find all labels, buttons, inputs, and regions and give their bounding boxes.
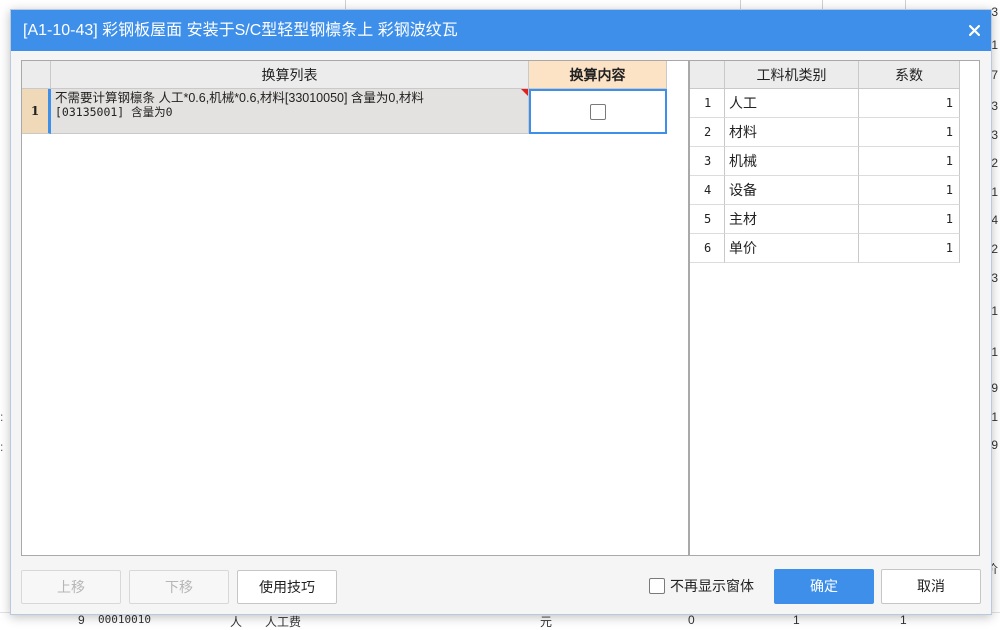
table-header: 换算列表 换算内容 — [22, 61, 688, 89]
table-header: 工料机类别 系数 — [690, 61, 960, 89]
bg-cell-value: 1 — [991, 38, 998, 52]
row-coefficient[interactable]: 1 — [859, 147, 960, 176]
row-coefficient[interactable]: 1 — [859, 89, 960, 118]
row-coefficient[interactable]: 1 — [859, 234, 960, 263]
row-number: 1 — [22, 89, 51, 134]
bg-cell-value: 3 — [991, 271, 998, 285]
bg-cell-value: 2 — [991, 242, 998, 256]
bg-side-mark: : — [0, 410, 4, 424]
row-text-line: 不需要计算钢檩条 人工*0.6,机械*0.6,材料[33010050] 含量为0… — [55, 91, 424, 105]
row-coefficient[interactable]: 1 — [859, 205, 960, 234]
bg-cell-value: 3 — [991, 5, 998, 19]
bg-cell-value: 3 — [991, 99, 998, 113]
header-category: 工料机类别 — [725, 61, 859, 89]
row-category: 人工 — [725, 89, 859, 118]
dialog-titlebar[interactable]: [A1-10-43] 彩钢板屋面 安装于S/C型轻型钢檩条上 彩钢波纹瓦 — [11, 10, 991, 51]
row-coefficient[interactable]: 1 — [859, 176, 960, 205]
bg-side-mark: : — [0, 440, 4, 454]
header-conversion-list: 换算列表 — [51, 61, 529, 89]
bg-cell-value: 4 — [991, 213, 998, 227]
bg-cell-value: 1 — [991, 410, 998, 424]
table-row[interactable]: 6 单价 1 — [690, 234, 960, 263]
bg-cell-value: 3 — [991, 128, 998, 142]
table-row[interactable]: 2 材料 1 — [690, 118, 960, 147]
row-number: 1 — [690, 89, 725, 118]
row-category: 材料 — [725, 118, 859, 147]
header-corner — [690, 61, 725, 89]
bg-row-kind: 人 — [230, 615, 243, 629]
move-down-button[interactable]: 下移 — [129, 570, 229, 604]
conversion-dialog: [A1-10-43] 彩钢板屋面 安装于S/C型轻型钢檩条上 彩钢波纹瓦 换算列… — [10, 9, 992, 615]
checkbox-box[interactable] — [649, 578, 665, 594]
row-category: 机械 — [725, 147, 859, 176]
table-row[interactable]: 3 机械 1 — [690, 147, 960, 176]
table-row[interactable]: 5 主材 1 — [690, 205, 960, 234]
close-button[interactable] — [963, 19, 985, 41]
conversion-content-cell[interactable] — [529, 89, 667, 134]
dialog-title: [A1-10-43] 彩钢板屋面 安装于S/C型轻型钢檩条上 彩钢波纹瓦 — [23, 22, 458, 39]
dont-show-again-checkbox[interactable]: 不再显示窗体 — [649, 576, 754, 596]
conversion-list-table: 换算列表 换算内容 1 不需要计算钢檩条 人工*0.6,机械*0.6,材料[33… — [21, 60, 689, 556]
checkbox-label: 不再显示窗体 — [670, 578, 754, 594]
row-number: 6 — [690, 234, 725, 263]
table-row[interactable]: 1 不需要计算钢檩条 人工*0.6,机械*0.6,材料[33010050] 含量… — [22, 89, 667, 134]
row-category: 单价 — [725, 234, 859, 263]
row-text-line: [03135001] 含量为0 — [55, 105, 173, 119]
bg-row-unit: 元 — [540, 615, 553, 629]
bg-cell-value: 1 — [991, 345, 998, 359]
row-category: 主材 — [725, 205, 859, 234]
header-corner — [22, 61, 51, 89]
header-coefficient: 系数 — [859, 61, 960, 89]
comment-flag-icon — [521, 89, 528, 96]
row-number: 5 — [690, 205, 725, 234]
row-number: 2 — [690, 118, 725, 147]
close-icon — [968, 24, 980, 36]
row-number: 4 — [690, 176, 725, 205]
row-coefficient[interactable]: 1 — [859, 118, 960, 147]
bg-cell-value: 9 — [991, 438, 998, 452]
conversion-checkbox[interactable] — [590, 103, 606, 120]
usage-tips-button[interactable]: 使用技巧 — [237, 570, 337, 604]
header-conversion-content: 换算内容 — [529, 61, 667, 89]
cancel-button[interactable]: 取消 — [881, 569, 981, 604]
ok-button[interactable]: 确定 — [774, 569, 874, 604]
coefficient-table: 工料机类别 系数 1 人工 1 2 材料 1 3 机械 1 4 设备 1 5 主… — [689, 60, 980, 556]
row-number: 3 — [690, 147, 725, 176]
bg-row-name: 人工费 — [265, 615, 302, 629]
bg-cell-value: 1 — [991, 304, 998, 318]
bg-cell-value: 9 — [991, 381, 998, 395]
row-conversion-text: 不需要计算钢檩条 人工*0.6,机械*0.6,材料[33010050] 含量为0… — [51, 89, 529, 134]
table-row[interactable]: 1 人工 1 — [690, 89, 960, 118]
bg-cell-value: 7 — [991, 68, 998, 82]
table-row[interactable]: 4 设备 1 — [690, 176, 960, 205]
row-category: 设备 — [725, 176, 859, 205]
bg-cell-value: 2 — [991, 156, 998, 170]
bg-cell-value: 1 — [991, 185, 998, 199]
move-up-button[interactable]: 上移 — [21, 570, 121, 604]
